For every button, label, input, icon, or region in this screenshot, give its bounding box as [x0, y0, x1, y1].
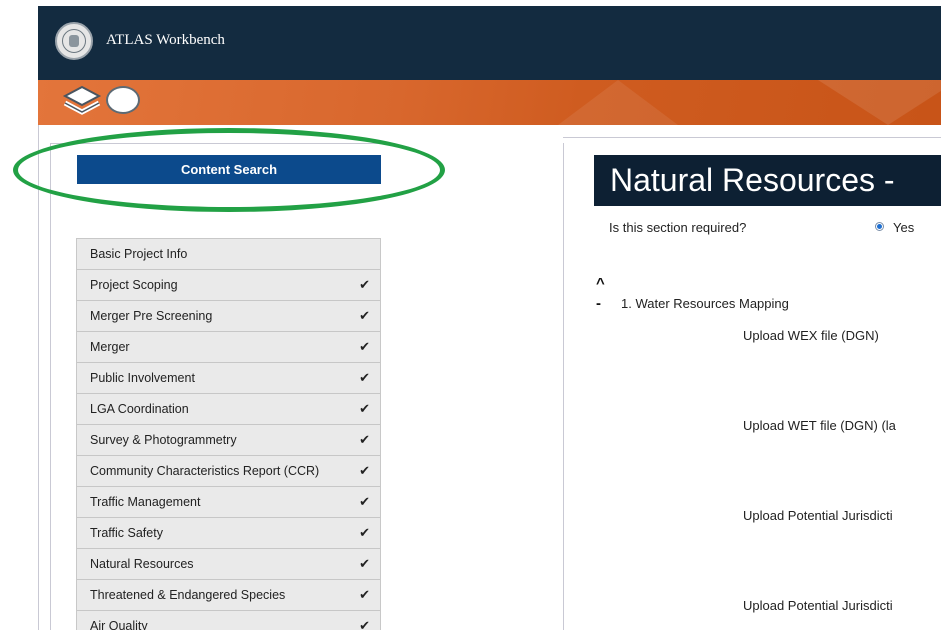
upload-wet-label: Upload WET file (DGN) (la: [743, 418, 896, 433]
sidebar-item-label: Air Quality: [90, 619, 148, 630]
sidebar-item-basic-project-info[interactable]: Basic Project Info: [77, 239, 380, 270]
sidebar-item-ccr[interactable]: Community Characteristics Report (CCR) ✔: [77, 456, 380, 487]
sidebar-item-label: Public Involvement: [90, 371, 195, 385]
sidebar-item-merger-pre-screening[interactable]: Merger Pre Screening ✔: [77, 301, 380, 332]
sidebar-item-lga-coordination[interactable]: LGA Coordination ✔: [77, 394, 380, 425]
check-icon: ✔: [359, 277, 370, 292]
check-icon: ✔: [359, 401, 370, 416]
section-nav: Basic Project Info Project Scoping ✔ Mer…: [76, 238, 381, 630]
sidebar-item-label: Basic Project Info: [90, 247, 188, 261]
state-seal-logo: [55, 22, 93, 60]
check-icon: ✔: [359, 556, 370, 571]
layers-icon[interactable]: [62, 84, 102, 118]
upload-wex-label: Upload WEX file (DGN): [743, 328, 879, 343]
check-icon: ✔: [359, 370, 370, 385]
subsection-toggle-icon[interactable]: -: [596, 295, 601, 312]
required-yes-label: Yes: [893, 220, 915, 235]
check-icon: ✔: [359, 308, 370, 323]
sidebar-item-project-scoping[interactable]: Project Scoping ✔: [77, 270, 380, 301]
collapse-caret-icon[interactable]: ^: [596, 275, 605, 292]
divider: [563, 137, 941, 138]
check-icon: ✔: [359, 339, 370, 354]
sidebar-item-threatened-endangered-species[interactable]: Threatened & Endangered Species ✔: [77, 580, 380, 611]
subsection-title: 1. Water Resources Mapping: [621, 296, 789, 311]
app-title: ATLAS Workbench: [106, 32, 225, 48]
sidebar-item-label: Merger Pre Screening: [90, 309, 213, 323]
header-banner: [38, 80, 941, 125]
banner-decoration: [818, 80, 941, 125]
highlight-ellipse: [13, 128, 445, 212]
sidebar-item-label: Community Characteristics Report (CCR): [90, 464, 320, 478]
sidebar-item-label: Traffic Management: [90, 495, 201, 509]
divider: [50, 143, 51, 630]
sidebar-item-air-quality[interactable]: Air Quality ✔: [77, 611, 380, 630]
upload-jurisdictional-label-2: Upload Potential Jurisdicti: [743, 598, 893, 613]
required-question: Is this section required?: [609, 220, 747, 235]
required-yes-radio[interactable]: [875, 222, 884, 231]
sidebar-item-public-involvement[interactable]: Public Involvement ✔: [77, 363, 380, 394]
sidebar-item-traffic-safety[interactable]: Traffic Safety ✔: [77, 518, 380, 549]
sidebar-item-survey-photogrammetry[interactable]: Survey & Photogrammetry ✔: [77, 425, 380, 456]
divider: [38, 125, 39, 630]
section-title: Natural Resources -: [594, 155, 941, 206]
sidebar-item-label: Natural Resources: [90, 557, 194, 571]
check-icon: ✔: [359, 525, 370, 540]
app-header: ATLAS Workbench: [38, 6, 941, 80]
sidebar-item-label: Survey & Photogrammetry: [90, 433, 237, 447]
sidebar-item-label: Merger: [90, 340, 130, 354]
sidebar-item-label: LGA Coordination: [90, 402, 189, 416]
sidebar-item-label: Traffic Safety: [90, 526, 163, 540]
check-icon: ✔: [359, 494, 370, 509]
sidebar-item-merger[interactable]: Merger ✔: [77, 332, 380, 363]
banner-decoration: [558, 80, 678, 125]
sidebar-item-label: Project Scoping: [90, 278, 178, 292]
sidebar-item-label: Threatened & Endangered Species: [90, 588, 286, 602]
sidebar-item-natural-resources[interactable]: Natural Resources ✔: [77, 549, 380, 580]
upload-jurisdictional-label: Upload Potential Jurisdicti: [743, 508, 893, 523]
sidebar-item-traffic-management[interactable]: Traffic Management ✔: [77, 487, 380, 518]
toggle-icon[interactable]: [106, 86, 140, 114]
check-icon: ✔: [359, 587, 370, 602]
check-icon: ✔: [359, 432, 370, 447]
check-icon: ✔: [359, 618, 370, 630]
divider: [563, 143, 564, 630]
check-icon: ✔: [359, 463, 370, 478]
